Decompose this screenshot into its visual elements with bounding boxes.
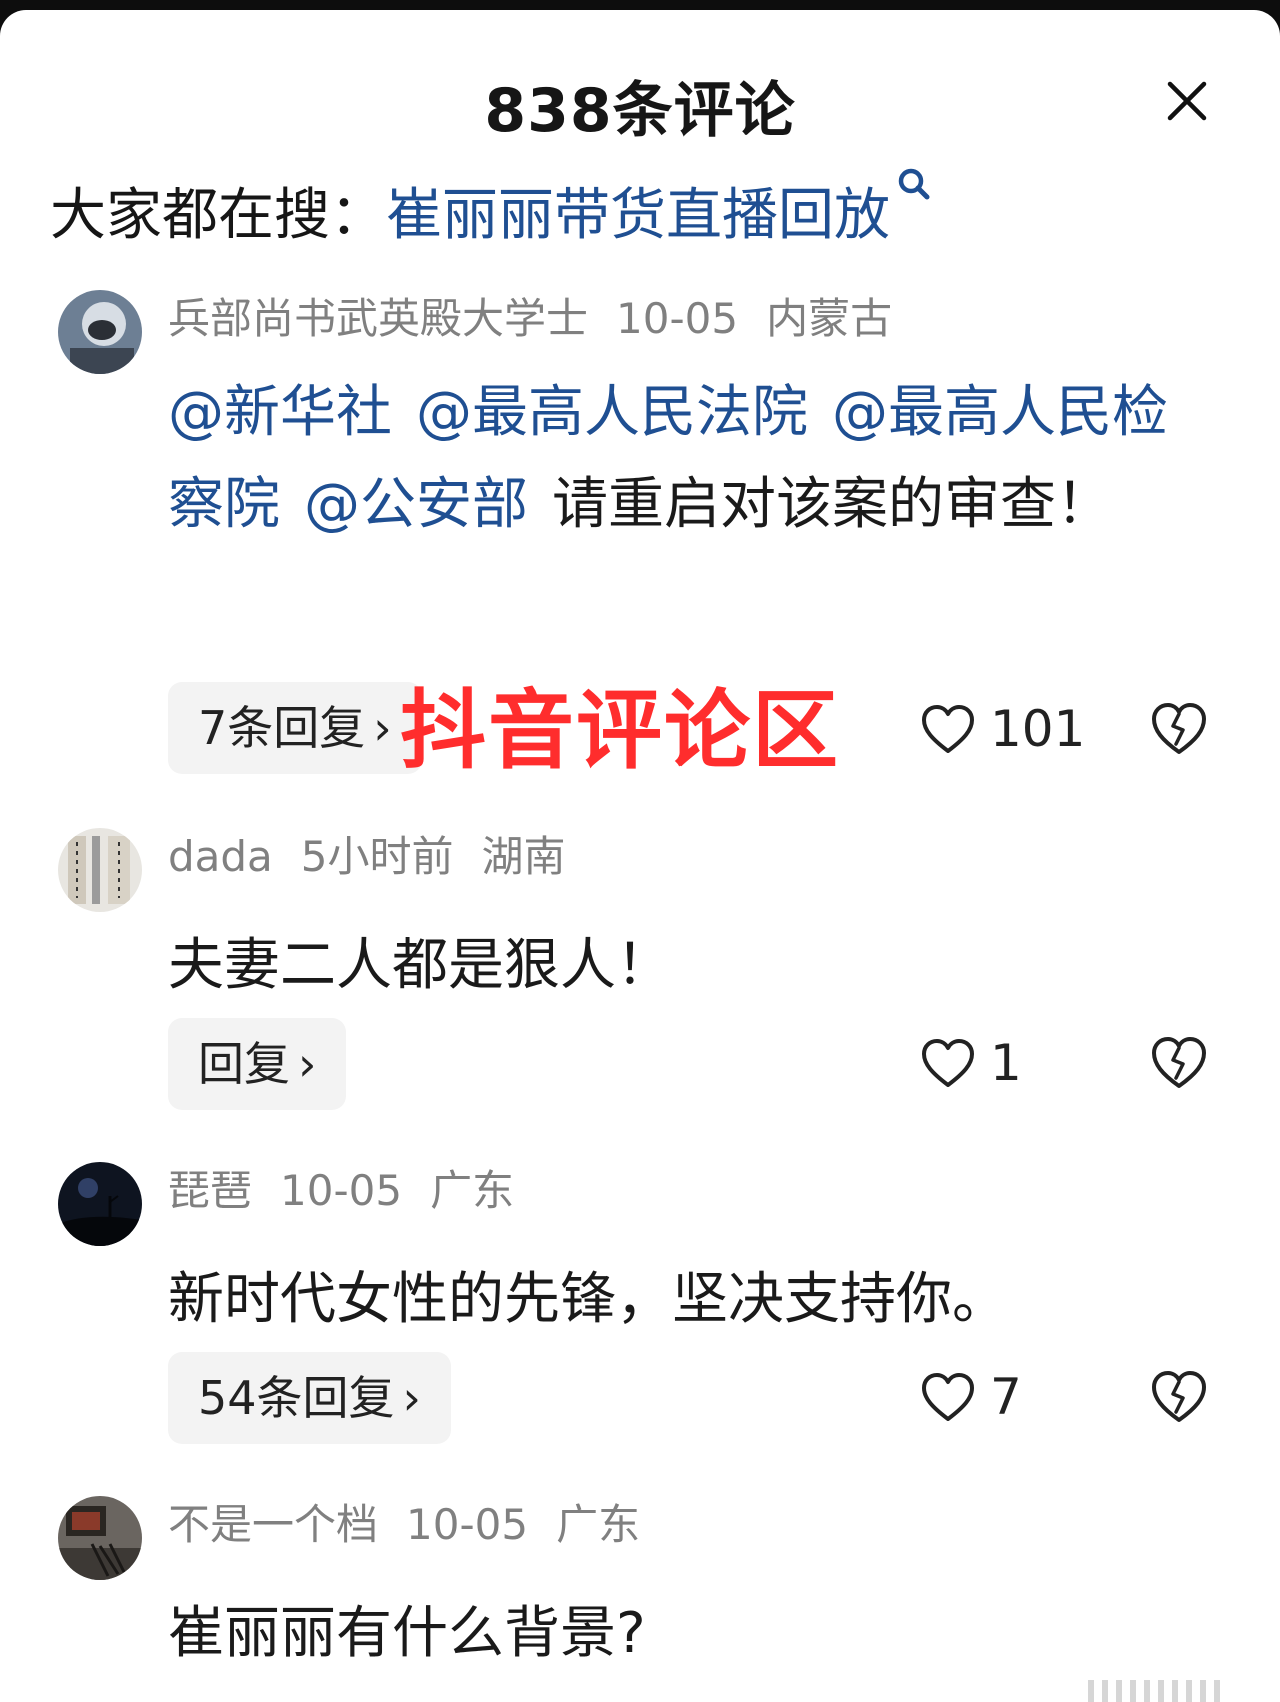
comment-meta: 不是一个档 10-05 广东 bbox=[168, 1500, 668, 1550]
comment-text: 夫妻二人都是狠人！ bbox=[168, 920, 1208, 1012]
trending-search-row: 大家都在搜：崔丽丽带货直播回放 bbox=[50, 168, 934, 251]
heart-icon bbox=[922, 1039, 974, 1087]
comment-body: 请重启对该案的审查！ bbox=[552, 472, 1112, 537]
like-count: 7 bbox=[990, 1368, 1022, 1426]
heart-icon bbox=[922, 1373, 974, 1421]
mention-link[interactable]: @最高人民法院 bbox=[416, 380, 808, 445]
comment-body: 新时代女性的先锋，坚决支持你。 bbox=[168, 1267, 1008, 1332]
comment-meta: 兵部尚书武英殿大学士 10-05 内蒙古 bbox=[168, 294, 920, 344]
comments-sheet: 838条评论 大家都在搜：崔丽丽带货直播回放 兵部尚书武英殿大学士 10-05 内蒙… bbox=[0, 10, 1280, 1702]
trending-search-prefix: 大家都在搜： bbox=[50, 183, 386, 248]
comment-location: 内蒙古 bbox=[766, 294, 893, 343]
avatar[interactable] bbox=[58, 1496, 142, 1580]
username[interactable]: 琵琶 bbox=[168, 1166, 252, 1215]
like-button[interactable]: 1 bbox=[920, 1028, 1022, 1098]
broken-heart-icon[interactable] bbox=[1150, 1368, 1208, 1426]
comment-time: 5小时前 bbox=[300, 832, 454, 881]
reply-label: 7条回复 bbox=[198, 701, 366, 755]
comment-text: @新华社 @最高人民法院 @最高人民检察院 @公安部 请重启对该案的审查！ bbox=[168, 367, 1208, 551]
username[interactable]: 不是一个档 bbox=[168, 1500, 378, 1549]
reply-button[interactable]: 回复 › bbox=[168, 1018, 347, 1110]
chevron-right-icon: › bbox=[373, 701, 392, 755]
comment-time: 10-05 bbox=[406, 1500, 529, 1549]
chevron-right-icon: › bbox=[402, 1371, 421, 1425]
comment-meta: dada 5小时前 湖南 bbox=[168, 832, 594, 882]
avatar[interactable] bbox=[58, 1162, 142, 1246]
watermark-logo-icon bbox=[1088, 1680, 1220, 1702]
view-replies-button[interactable]: 7条回复 › bbox=[168, 682, 422, 774]
search-icon[interactable] bbox=[894, 166, 934, 206]
username[interactable]: 兵部尚书武英殿大学士 bbox=[168, 294, 588, 343]
like-count: 1 bbox=[990, 1034, 1022, 1092]
broken-heart-icon[interactable] bbox=[1150, 700, 1208, 758]
comment-time: 10-05 bbox=[616, 294, 739, 343]
avatar[interactable] bbox=[58, 290, 142, 374]
comment-text: 崔丽丽有什么背景? bbox=[168, 1588, 1208, 1680]
like-count: 101 bbox=[990, 700, 1086, 758]
comments-count-title: 838条评论 bbox=[484, 76, 796, 146]
heart-icon bbox=[922, 705, 974, 753]
reply-label: 回复 bbox=[198, 1037, 290, 1091]
comment-time: 10-05 bbox=[280, 1166, 403, 1215]
trending-search-link[interactable]: 崔丽丽带货直播回放 bbox=[386, 183, 890, 248]
username[interactable]: dada bbox=[168, 832, 273, 881]
view-replies-button[interactable]: 54条回复 › bbox=[168, 1352, 451, 1444]
broken-heart-icon[interactable] bbox=[1150, 1034, 1208, 1092]
mention-link[interactable]: @新华社 bbox=[168, 380, 392, 445]
comment-meta: 琵琶 10-05 广东 bbox=[168, 1166, 542, 1216]
comment-location: 广东 bbox=[430, 1166, 515, 1215]
reply-label: 54条回复 bbox=[198, 1371, 395, 1425]
overlay-caption: 抖音评论区 bbox=[400, 681, 840, 781]
comment-body: 崔丽丽有什么背景? bbox=[168, 1601, 646, 1666]
comment-text: 新时代女性的先锋，坚决支持你。 bbox=[168, 1254, 1208, 1346]
close-icon[interactable] bbox=[1164, 78, 1210, 124]
like-button[interactable]: 7 bbox=[920, 1362, 1022, 1432]
comment-location: 湖南 bbox=[481, 832, 566, 881]
chevron-right-icon: › bbox=[298, 1037, 317, 1091]
mention-link[interactable]: @公安部 bbox=[304, 472, 528, 537]
comment-location: 广东 bbox=[556, 1500, 641, 1549]
comment-body: 夫妻二人都是狠人！ bbox=[168, 933, 672, 998]
like-button[interactable]: 101 bbox=[920, 694, 1085, 764]
avatar[interactable] bbox=[58, 828, 142, 912]
